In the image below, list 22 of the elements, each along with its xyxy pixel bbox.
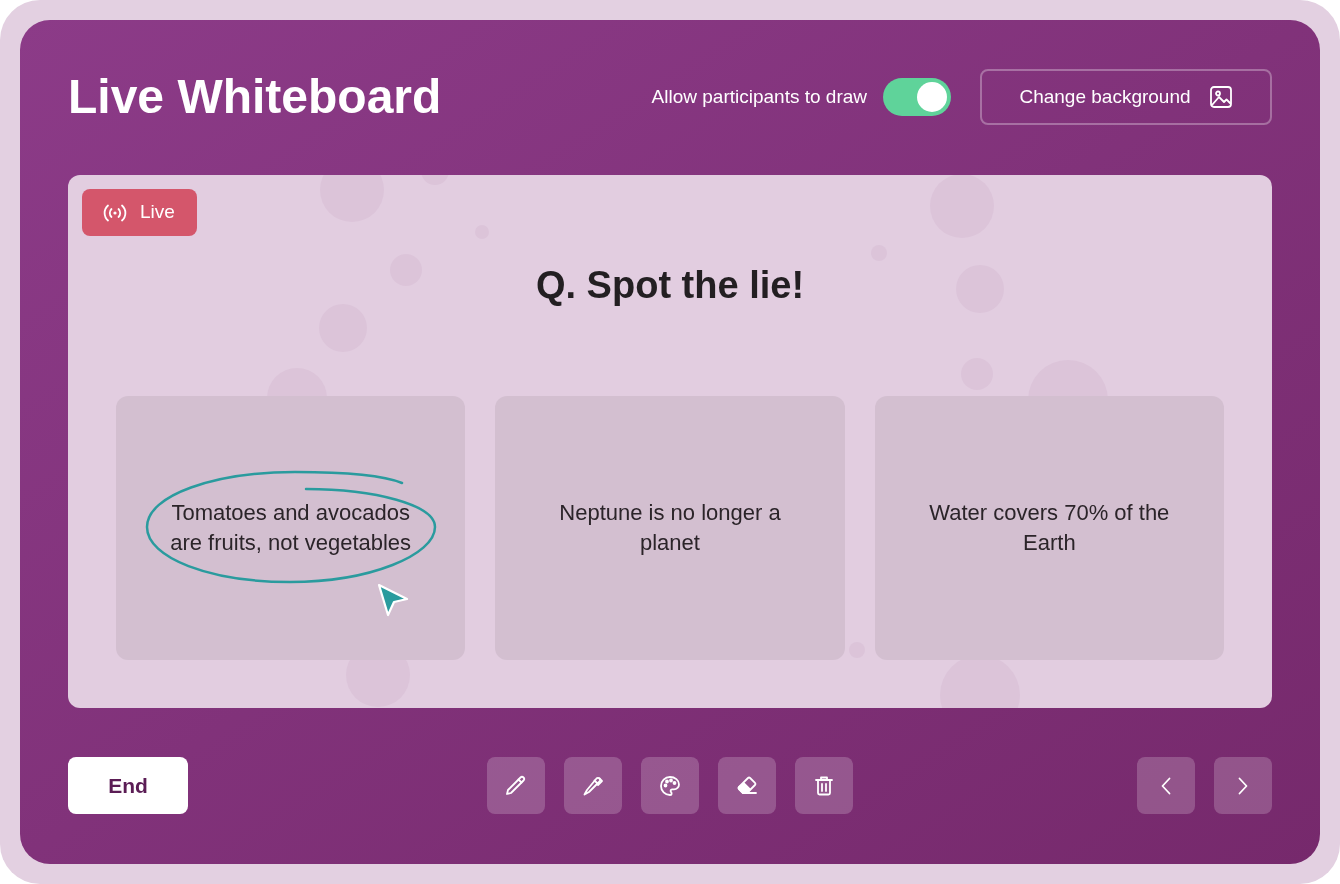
whiteboard-title: Live Whiteboard <box>68 73 442 121</box>
palette-icon <box>658 773 682 798</box>
chevron-left-icon <box>1161 776 1171 795</box>
image-icon <box>1208 85 1233 109</box>
eraser-tool-button[interactable] <box>718 757 776 814</box>
live-label: Live <box>140 200 175 225</box>
pen-tool-button[interactable] <box>564 757 622 814</box>
cursor-icon <box>377 583 409 617</box>
end-button[interactable]: End <box>68 757 188 814</box>
pencil-tool-button[interactable] <box>487 757 545 814</box>
pencil-icon <box>504 773 528 798</box>
answer-text: Neptune is no longer a planet <box>558 499 782 557</box>
toggle-switch[interactable] <box>883 78 951 116</box>
chevron-right-icon <box>1238 776 1248 795</box>
palette-tool-button[interactable] <box>641 757 699 814</box>
question-text: Q. Spot the lie! <box>535 263 805 307</box>
answer-text: Water covers 70% of the Earth <box>928 499 1171 557</box>
toggle-label: Allow participants to draw <box>651 84 867 109</box>
broadcast-icon <box>103 203 127 222</box>
change-background-button[interactable]: Change background <box>980 69 1272 125</box>
trash-tool-button[interactable] <box>795 757 853 814</box>
answer-text: Tomatoes and avocados are fruits, not vegetables <box>169 499 413 557</box>
